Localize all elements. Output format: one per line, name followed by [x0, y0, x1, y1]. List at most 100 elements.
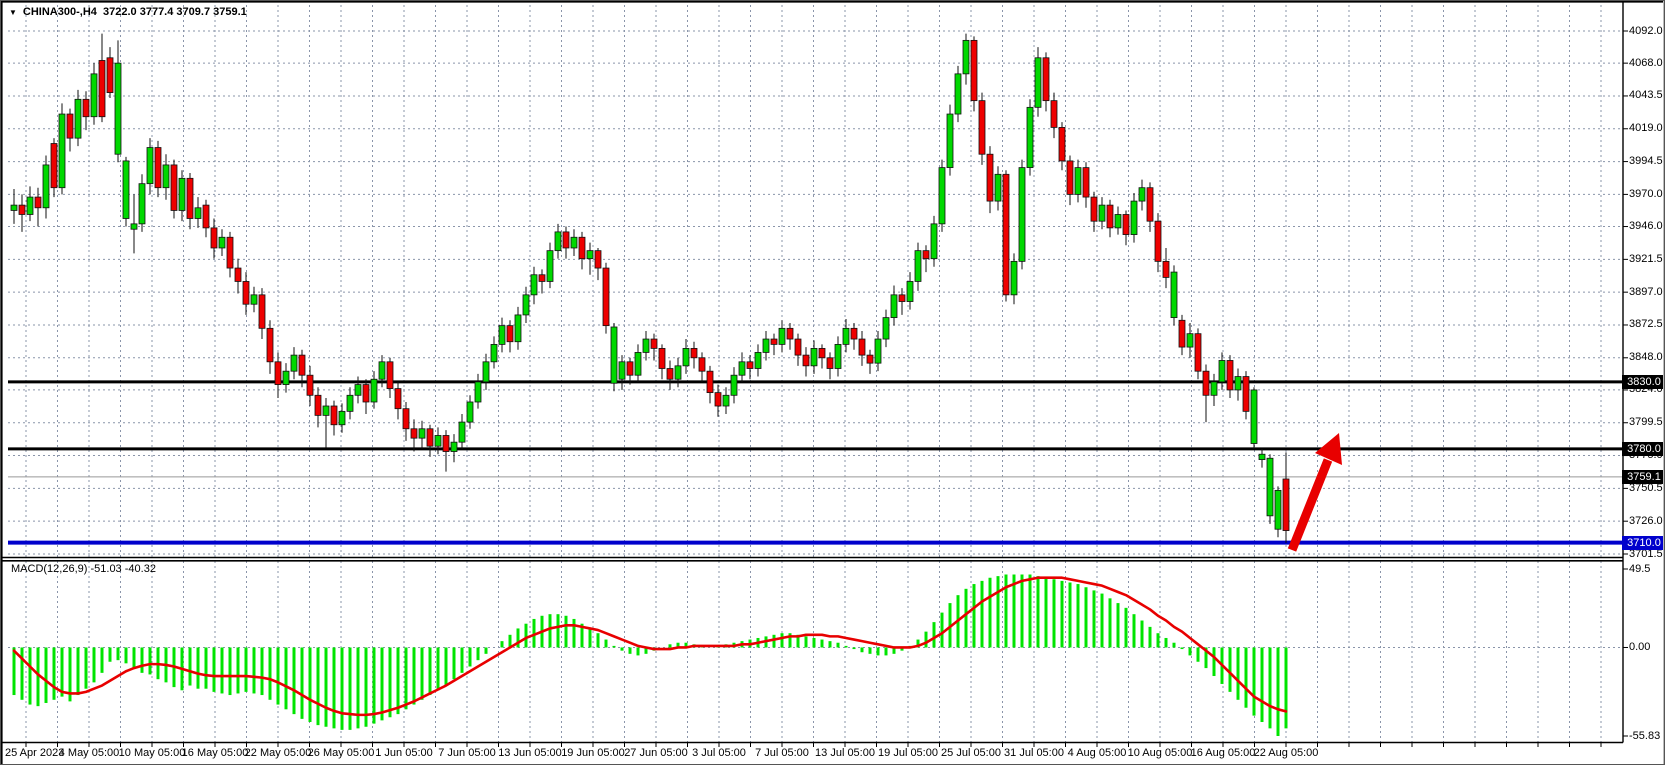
- candle-body: [523, 295, 529, 315]
- candle-body: [419, 429, 425, 438]
- candle-body: [251, 295, 257, 304]
- candle-body: [547, 251, 553, 282]
- candle-body: [835, 344, 841, 368]
- candle-body: [331, 406, 337, 425]
- candle-body: [147, 148, 153, 184]
- time-axis-label: 4 Aug 05:00: [1068, 747, 1127, 759]
- price-level-badge: 3830.0: [1622, 375, 1665, 389]
- macd-name: MACD(12,26,9): [11, 563, 87, 575]
- candle-body: [923, 251, 929, 259]
- candle-body: [131, 224, 137, 229]
- candle-body: [595, 251, 601, 268]
- candle-body: [723, 395, 729, 406]
- symbol-dropdown-icon[interactable]: ▼: [9, 8, 17, 17]
- candle-body: [1067, 161, 1073, 194]
- candle-body: [395, 389, 401, 409]
- candle-body: [1043, 58, 1049, 101]
- candle-body: [1115, 214, 1121, 227]
- candle-body: [1083, 168, 1089, 197]
- candle-body: [283, 371, 289, 384]
- candle-body: [955, 74, 961, 114]
- candle-body: [139, 184, 145, 224]
- candle-body: [667, 369, 673, 380]
- candle-body: [187, 178, 193, 218]
- candle-body: [851, 328, 857, 339]
- time-axis-label: 16 Aug 05:00: [1191, 747, 1256, 759]
- time-axis-label: 13 Jun 05:00: [498, 747, 562, 759]
- candle-body: [699, 358, 705, 371]
- candle-body: [259, 295, 265, 328]
- time-axis-label: 4 May 05:00: [59, 747, 120, 759]
- candle-body: [643, 339, 649, 352]
- price-axis-label: 4068.0: [1629, 57, 1663, 70]
- time-axis-label: 16 May 05:00: [182, 747, 249, 759]
- candle-body: [163, 165, 169, 188]
- candle-body: [483, 362, 489, 382]
- candle-body: [1243, 377, 1249, 412]
- candle-body: [771, 339, 777, 344]
- candle-body: [59, 114, 65, 188]
- candle-body: [43, 165, 49, 208]
- candle-body: [1035, 58, 1041, 108]
- candle-body: [83, 99, 89, 116]
- time-axis-label: 3 Jul 05:00: [692, 747, 746, 759]
- candle-body: [779, 328, 785, 344]
- price-level-badge: 3710.0: [1622, 536, 1665, 550]
- candle-body: [355, 385, 361, 396]
- window-right-edge: [1663, 1, 1664, 765]
- candle-body: [1219, 360, 1225, 381]
- candle-body: [1171, 272, 1177, 318]
- candle-body: [803, 355, 809, 366]
- candle-body: [979, 101, 985, 155]
- candle-body: [235, 268, 241, 281]
- candle-body: [443, 435, 449, 451]
- time-axis-label: 25 Apr 2023: [5, 747, 64, 759]
- candle-body: [1027, 107, 1033, 167]
- macd-current-value: -51.03: [90, 563, 121, 575]
- candle-body: [75, 99, 81, 138]
- candle-body: [363, 385, 369, 402]
- candle-body: [403, 409, 409, 429]
- title-ohlc-values: 3722.0 3777.4 3709.7 3759.1: [103, 6, 247, 18]
- price-axis-label: 3994.5: [1629, 155, 1663, 168]
- time-axis-label: 19 Jul 05:00: [878, 747, 938, 759]
- price-axis-label: 3970.0: [1629, 188, 1663, 201]
- candle-body: [1275, 490, 1281, 529]
- candle-body: [651, 339, 657, 348]
- candle-body: [27, 197, 33, 214]
- price-axis-label: 3921.5: [1629, 253, 1663, 266]
- candle-body: [691, 348, 697, 357]
- candle-body: [1259, 454, 1265, 459]
- candle-body: [611, 327, 617, 383]
- candle-body: [275, 362, 281, 385]
- candle-body: [859, 339, 865, 355]
- candle-body: [787, 328, 793, 339]
- candle-body: [435, 435, 441, 446]
- candle-body: [867, 355, 873, 363]
- candle-body: [11, 205, 17, 210]
- time-axis-label: 25 Jul 05:00: [941, 747, 1001, 759]
- candle-body: [211, 228, 217, 248]
- candle-body: [1187, 334, 1193, 347]
- candle-body: [427, 429, 433, 446]
- time-axis-label: 26 May 05:00: [308, 747, 375, 759]
- candle-body: [763, 339, 769, 352]
- candle-body: [939, 168, 945, 224]
- candle-body: [1283, 479, 1289, 531]
- candle-body: [91, 74, 97, 117]
- candle-body: [1099, 205, 1105, 221]
- time-axis-label: 7 Jul 05:00: [755, 747, 809, 759]
- macd-axis-label: -55.83: [1629, 730, 1660, 743]
- candle-body: [459, 422, 465, 442]
- candle-body: [995, 174, 1001, 201]
- macd-axis-label: 49.5: [1629, 563, 1650, 576]
- candle-body: [1011, 261, 1017, 294]
- chart-canvas[interactable]: [1, 1, 1665, 765]
- candle-body: [1131, 201, 1137, 234]
- candle-body: [1163, 261, 1169, 277]
- candle-body: [267, 328, 273, 361]
- price-level-badge: 3780.0: [1622, 442, 1665, 456]
- candle-body: [635, 352, 641, 375]
- candle-body: [571, 237, 577, 248]
- macd-indicator-label: MACD(12,26,9) -51.03 -40.32: [11, 563, 156, 575]
